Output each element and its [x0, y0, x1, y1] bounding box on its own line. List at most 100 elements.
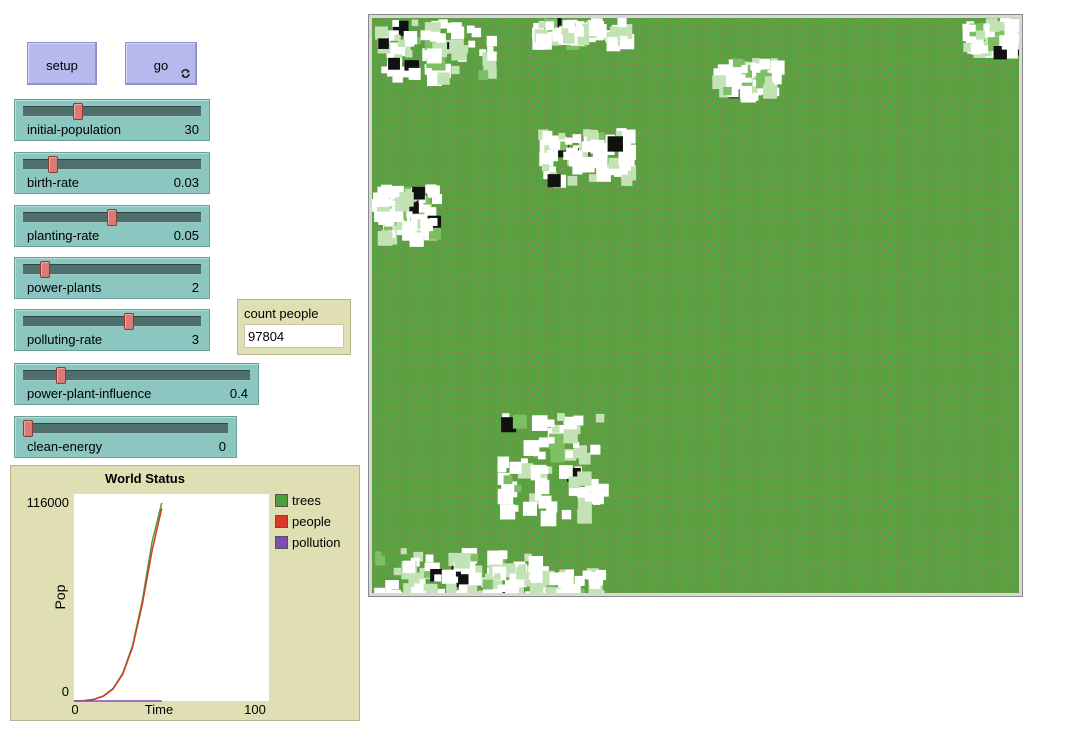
- setup-button-label: setup: [46, 58, 78, 73]
- world-canvas[interactable]: [372, 18, 1019, 593]
- world-patch: [568, 487, 578, 496]
- slider-thumb[interactable]: [123, 313, 134, 330]
- world-patch: [373, 192, 385, 204]
- world-patch: [540, 510, 557, 527]
- world-status-plot: World Status 116000 0 0 100 Time Pop tre…: [10, 465, 360, 721]
- world-patch: [470, 553, 479, 562]
- world-patch: [588, 20, 605, 37]
- world-patch: [538, 437, 549, 448]
- world-patch: [392, 20, 400, 27]
- count-people-monitor: count people 97804: [237, 299, 351, 355]
- world-patch: [441, 569, 456, 584]
- slider-clean-energy[interactable]: clean-energy 0: [14, 416, 237, 458]
- world-patch: [393, 567, 402, 576]
- world-patch: [412, 186, 425, 200]
- world-patch: [548, 437, 555, 444]
- world-patch: [540, 466, 549, 474]
- go-button[interactable]: go: [125, 42, 197, 85]
- world-patch: [437, 588, 445, 593]
- world-patch: [547, 174, 561, 188]
- slider-thumb[interactable]: [107, 209, 117, 226]
- world-patch: [538, 451, 546, 460]
- slider-track[interactable]: [23, 423, 228, 434]
- world-patch: [531, 415, 548, 431]
- world-view[interactable]: [368, 14, 1023, 597]
- world-patch: [588, 174, 597, 182]
- world-patch: [388, 57, 400, 70]
- world-patch: [561, 28, 569, 35]
- world-texture: [372, 18, 1019, 593]
- slider-value: 0.03: [173, 175, 199, 190]
- world-patch: [394, 34, 401, 42]
- slider-birth-rate[interactable]: birth-rate 0.03: [14, 152, 210, 194]
- slider-track[interactable]: [23, 316, 201, 327]
- world-patch: [732, 58, 742, 68]
- world-patch: [549, 138, 561, 150]
- world-patch: [486, 35, 498, 47]
- slider-label: birth-rate: [27, 175, 80, 190]
- legend-swatch: [275, 494, 288, 507]
- plot-area: [74, 494, 269, 701]
- y-tick-min: 0: [62, 684, 69, 699]
- world-patch: [568, 476, 581, 489]
- world-patch: [427, 185, 440, 198]
- world-patch: [1001, 42, 1009, 50]
- slider-label: power-plants: [27, 280, 102, 295]
- world-patch: [577, 508, 592, 524]
- slider-power-plants[interactable]: power-plants 2: [14, 257, 210, 299]
- slider-label: planting-rate: [27, 228, 100, 243]
- world-patch: [618, 152, 633, 166]
- legend-item-pollution: pollution: [275, 532, 340, 553]
- world-patch: [558, 572, 574, 588]
- slider-label: polluting-rate: [27, 332, 103, 347]
- world-patch: [387, 218, 395, 226]
- world-patch: [523, 440, 540, 456]
- legend-swatch: [275, 536, 288, 549]
- slider-thumb[interactable]: [73, 103, 84, 120]
- world-patch: [499, 504, 516, 520]
- slider-track[interactable]: [23, 106, 201, 117]
- world-patch: [759, 58, 771, 70]
- world-patch: [541, 164, 550, 172]
- world-patch: [574, 575, 585, 587]
- world-patch: [518, 564, 527, 572]
- world-patch: [377, 231, 393, 246]
- world-patch: [386, 198, 394, 207]
- world-patch: [590, 139, 605, 154]
- setup-button[interactable]: setup: [27, 42, 97, 85]
- slider-value: 0.05: [173, 228, 199, 243]
- world-patch: [621, 129, 636, 144]
- slider-initial-population[interactable]: initial-population 30: [14, 99, 210, 141]
- slider-power-plant-influence[interactable]: power-plant-influence 0.4: [14, 363, 259, 405]
- world-patch: [770, 63, 778, 71]
- world-patch: [454, 553, 470, 569]
- world-patch: [561, 509, 572, 520]
- monitor-value: 97804: [244, 324, 344, 348]
- world-patch: [467, 585, 478, 593]
- world-patch: [451, 26, 464, 40]
- slider-thumb[interactable]: [23, 420, 33, 437]
- world-patch: [545, 21, 555, 31]
- world-patch: [563, 151, 572, 160]
- world-patch: [375, 555, 386, 566]
- slider-thumb[interactable]: [39, 261, 50, 278]
- world-patch: [563, 416, 577, 430]
- slider-label: power-plant-influence: [27, 386, 152, 401]
- slider-thumb[interactable]: [55, 367, 66, 384]
- world-patch: [723, 86, 732, 96]
- world-patch: [995, 22, 1005, 31]
- world-patch: [591, 492, 604, 505]
- world-patch: [497, 584, 505, 593]
- world-patch: [424, 571, 431, 578]
- slider-thumb[interactable]: [48, 156, 59, 173]
- world-patch: [621, 174, 633, 186]
- world-patch: [381, 66, 389, 74]
- world-patch: [512, 414, 527, 429]
- world-patch: [572, 134, 582, 143]
- x-tick-min: 0: [71, 702, 78, 717]
- slider-planting-rate[interactable]: planting-rate 0.05: [14, 205, 210, 247]
- world-patch: [468, 40, 476, 48]
- world-patch: [408, 67, 421, 80]
- slider-polluting-rate[interactable]: polluting-rate 3: [14, 309, 210, 351]
- world-patch: [451, 65, 460, 75]
